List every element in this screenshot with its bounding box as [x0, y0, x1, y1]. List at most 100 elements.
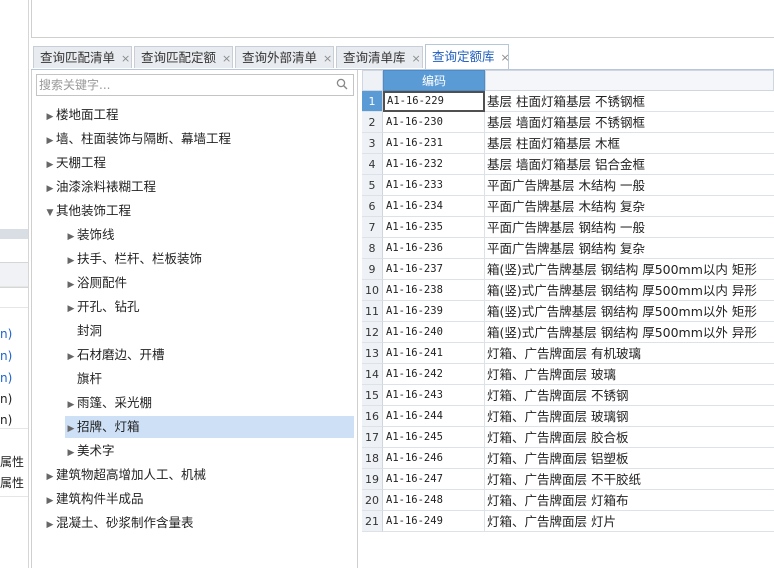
table-row[interactable]: 20 A1-16-248 灯箱、广告牌面层 灯箱布 [362, 490, 774, 511]
table-row[interactable]: 21 A1-16-249 灯箱、广告牌面层 灯片 [362, 511, 774, 532]
cell-name[interactable]: 平面广告牌基层 钢结构 复杂 [485, 238, 774, 259]
caret-right-icon[interactable]: ▶ [44, 106, 56, 128]
cell-code[interactable]: A1-16-239 [383, 301, 485, 322]
table-row[interactable]: 2 A1-16-230 基层 墙面灯箱基层 不锈钢框 [362, 112, 774, 133]
cell-name[interactable]: 平面广告牌基层 木结构 复杂 [485, 196, 774, 217]
tab-close-icon[interactable]: × [412, 52, 421, 65]
row-number[interactable]: 17 [362, 427, 383, 448]
table-row[interactable]: 5 A1-16-233 平面广告牌基层 木结构 一般 [362, 175, 774, 196]
tree-node[interactable]: ▶ 招牌、灯箱 [65, 416, 354, 438]
cell-code[interactable]: A1-16-240 [383, 322, 485, 343]
table-row[interactable]: 8 A1-16-236 平面广告牌基层 钢结构 复杂 [362, 238, 774, 259]
row-number[interactable]: 13 [362, 343, 383, 364]
cell-name[interactable]: 基层 柱面灯箱基层 不锈钢框 [485, 91, 774, 112]
caret-right-icon[interactable]: ▶ [44, 178, 56, 200]
cell-code[interactable]: A1-16-241 [383, 343, 485, 364]
table-row[interactable]: 17 A1-16-245 灯箱、广告牌面层 胶合板 [362, 427, 774, 448]
row-number[interactable]: 18 [362, 448, 383, 469]
tab-close-icon[interactable]: × [121, 52, 130, 65]
search-icon[interactable] [336, 78, 348, 90]
row-number[interactable]: 14 [362, 364, 383, 385]
row-number[interactable]: 1 [362, 91, 383, 112]
tab-1[interactable]: 查询匹配清单 × [33, 46, 132, 68]
row-number[interactable]: 11 [362, 301, 383, 322]
tree-node[interactable]: ▶ 石材磨边、开槽 [65, 344, 354, 366]
row-number[interactable]: 10 [362, 280, 383, 301]
row-number[interactable]: 7 [362, 217, 383, 238]
cell-name[interactable]: 箱(竖)式广告牌基层 钢结构 厚500mm以外 矩形 [485, 301, 774, 322]
caret-right-icon[interactable]: ▶ [44, 154, 56, 176]
table-row[interactable]: 6 A1-16-234 平面广告牌基层 木结构 复杂 [362, 196, 774, 217]
column-header-code[interactable]: 编码 [383, 70, 485, 91]
tree-node[interactable]: ▶ 建筑构件半成品 [44, 488, 354, 510]
caret-right-icon[interactable]: ▶ [65, 442, 77, 464]
table-row[interactable]: 19 A1-16-247 灯箱、广告牌面层 不干胶纸 [362, 469, 774, 490]
tab-3[interactable]: 查询外部清单 × [235, 46, 334, 68]
cell-name[interactable]: 箱(竖)式广告牌基层 钢结构 厚500mm以内 矩形 [485, 259, 774, 280]
cell-name[interactable]: 基层 墙面灯箱基层 铝合金框 [485, 154, 774, 175]
row-number[interactable]: 8 [362, 238, 383, 259]
tree-node[interactable]: ▶ 油漆涂料裱糊工程 [44, 176, 354, 198]
tab-close-icon[interactable]: × [501, 51, 510, 64]
tree-node[interactable]: ▶ 楼地面工程 [44, 104, 354, 126]
tab-4[interactable]: 查询清单库 × [336, 46, 423, 68]
cell-code[interactable]: A1-16-245 [383, 427, 485, 448]
row-number[interactable]: 16 [362, 406, 383, 427]
row-number[interactable]: 9 [362, 259, 383, 280]
cell-code[interactable]: A1-16-237 [383, 259, 485, 280]
row-number[interactable]: 2 [362, 112, 383, 133]
cell-name[interactable]: 灯箱、广告牌面层 灯箱布 [485, 490, 774, 511]
tab-2[interactable]: 查询匹配定额 × [134, 46, 233, 68]
tab-5[interactable]: 查询定额库 × [425, 44, 510, 70]
cell-name[interactable]: 灯箱、广告牌面层 不干胶纸 [485, 469, 774, 490]
table-row[interactable]: 15 A1-16-243 灯箱、广告牌面层 不锈钢 [362, 385, 774, 406]
table-row[interactable]: 1 A1-16-229 基层 柱面灯箱基层 不锈钢框 [362, 91, 774, 112]
cell-name[interactable]: 灯箱、广告牌面层 胶合板 [485, 427, 774, 448]
cell-name[interactable]: 灯箱、广告牌面层 灯片 [485, 511, 774, 532]
caret-right-icon[interactable]: ▶ [65, 346, 77, 368]
tab-close-icon[interactable]: × [323, 52, 332, 65]
row-number[interactable]: 6 [362, 196, 383, 217]
search-input[interactable] [39, 76, 329, 94]
cell-name[interactable]: 灯箱、广告牌面层 铝塑板 [485, 448, 774, 469]
cell-name[interactable]: 平面广告牌基层 钢结构 一般 [485, 217, 774, 238]
caret-right-icon[interactable]: ▶ [65, 298, 77, 320]
table-row[interactable]: 13 A1-16-241 灯箱、广告牌面层 有机玻璃 [362, 343, 774, 364]
caret-right-icon[interactable]: ▶ [65, 226, 77, 248]
tab-close-icon[interactable]: × [222, 52, 231, 65]
cell-code[interactable]: A1-16-233 [383, 175, 485, 196]
cell-code[interactable]: A1-16-230 [383, 112, 485, 133]
caret-down-icon[interactable]: ▼ [44, 202, 56, 224]
row-number[interactable]: 19 [362, 469, 383, 490]
tree-node[interactable]: 旗杆 [65, 368, 354, 390]
table-row[interactable]: 16 A1-16-244 灯箱、广告牌面层 玻璃钢 [362, 406, 774, 427]
row-number[interactable]: 21 [362, 511, 383, 532]
tree-node[interactable]: ▶ 混凝土、砂浆制作含量表 [44, 512, 354, 534]
table-row[interactable]: 7 A1-16-235 平面广告牌基层 钢结构 一般 [362, 217, 774, 238]
cell-code[interactable]: A1-16-234 [383, 196, 485, 217]
tree-node[interactable]: ▶ 美术字 [65, 440, 354, 462]
table-row[interactable]: 3 A1-16-231 基层 柱面灯箱基层 木框 [362, 133, 774, 154]
row-number[interactable]: 5 [362, 175, 383, 196]
tree-node[interactable]: ▶ 浴厕配件 [65, 272, 354, 294]
tree-node[interactable]: ▶ 墙、柱面装饰与隔断、幕墙工程 [44, 128, 354, 150]
caret-right-icon[interactable]: ▶ [65, 274, 77, 296]
row-number[interactable]: 12 [362, 322, 383, 343]
caret-right-icon[interactable]: ▶ [65, 418, 77, 440]
row-number[interactable]: 3 [362, 133, 383, 154]
tree-node[interactable]: ▼ 其他装饰工程 [44, 200, 354, 222]
cell-code[interactable]: A1-16-231 [383, 133, 485, 154]
cell-name[interactable]: 灯箱、广告牌面层 不锈钢 [485, 385, 774, 406]
table-row[interactable]: 11 A1-16-239 箱(竖)式广告牌基层 钢结构 厚500mm以外 矩形 [362, 301, 774, 322]
tree-node[interactable]: ▶ 开孔、钻孔 [65, 296, 354, 318]
cell-code[interactable]: A1-16-244 [383, 406, 485, 427]
tree-node[interactable]: ▶ 扶手、栏杆、栏板装饰 [65, 248, 354, 270]
table-row[interactable]: 9 A1-16-237 箱(竖)式广告牌基层 钢结构 厚500mm以内 矩形 [362, 259, 774, 280]
cell-name[interactable]: 箱(竖)式广告牌基层 钢结构 厚500mm以外 异形 [485, 322, 774, 343]
row-number[interactable]: 4 [362, 154, 383, 175]
cell-name[interactable]: 箱(竖)式广告牌基层 钢结构 厚500mm以内 异形 [485, 280, 774, 301]
caret-right-icon[interactable]: ▶ [44, 130, 56, 152]
caret-right-icon[interactable]: ▶ [44, 514, 56, 536]
tree-node[interactable]: ▶ 装饰线 [65, 224, 354, 246]
cell-code[interactable]: A1-16-249 [383, 511, 485, 532]
